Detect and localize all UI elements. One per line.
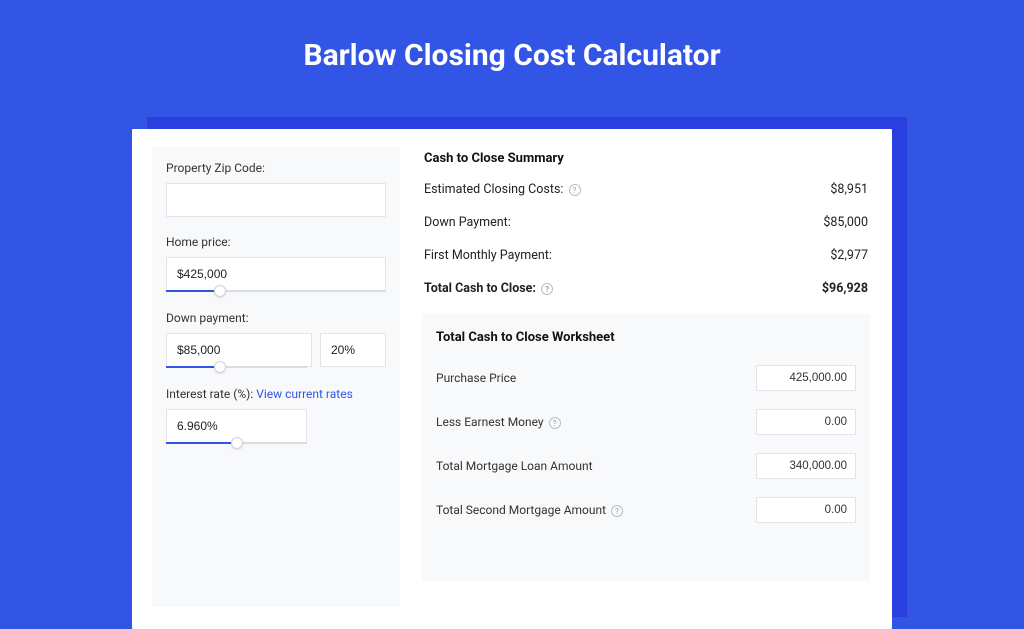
down-payment-slider[interactable] — [166, 366, 307, 368]
field-interest-rate: Interest rate (%): View current rates — [166, 387, 386, 445]
home-price-input[interactable] — [166, 257, 386, 291]
summary-total-row: Total Cash to Close: ? $96,928 — [422, 281, 870, 296]
second-mortgage-input[interactable] — [756, 497, 856, 523]
info-icon[interactable]: ? — [569, 184, 581, 196]
summary-label: Estimated Closing Costs: ? — [424, 182, 581, 197]
field-zip: Property Zip Code: — [166, 161, 386, 217]
slider-thumb-icon[interactable] — [231, 437, 243, 449]
worksheet-label: Total Second Mortgage Amount ? — [436, 503, 623, 517]
worksheet-row: Total Second Mortgage Amount ? — [436, 497, 856, 523]
summary-value: $2,977 — [830, 248, 868, 263]
slider-thumb-icon[interactable] — [214, 361, 226, 373]
info-icon[interactable]: ? — [549, 417, 561, 429]
home-price-label: Home price: — [166, 235, 386, 249]
summary-label: Down Payment: — [424, 215, 511, 230]
home-price-slider[interactable] — [166, 290, 386, 292]
worksheet-label: Total Mortgage Loan Amount — [436, 459, 593, 473]
calculator-card: Property Zip Code: Home price: Down paym… — [132, 129, 892, 629]
field-home-price: Home price: — [166, 235, 386, 293]
info-icon[interactable]: ? — [541, 283, 553, 295]
summary-row: Estimated Closing Costs: ? $8,951 — [422, 182, 870, 197]
page-title: Barlow Closing Cost Calculator — [0, 0, 1024, 97]
summary-value: $85,000 — [823, 215, 868, 230]
summary-row: Down Payment: $85,000 — [422, 215, 870, 230]
view-rates-link[interactable]: View current rates — [256, 387, 353, 401]
interest-label: Interest rate (%): View current rates — [166, 387, 386, 401]
summary-total-value: $96,928 — [822, 281, 868, 296]
inputs-panel: Property Zip Code: Home price: Down paym… — [152, 147, 400, 607]
summary-row: First Monthly Payment: $2,977 — [422, 248, 870, 263]
earnest-money-input[interactable] — [756, 409, 856, 435]
down-payment-label: Down payment: — [166, 311, 386, 325]
info-icon[interactable]: ? — [611, 505, 623, 517]
zip-input[interactable] — [166, 183, 386, 217]
mortgage-amount-input[interactable] — [756, 453, 856, 479]
worksheet-row: Total Mortgage Loan Amount — [436, 453, 856, 479]
summary-value: $8,951 — [830, 182, 868, 197]
purchase-price-input[interactable] — [756, 365, 856, 391]
field-down-payment: Down payment: — [166, 311, 386, 369]
slider-thumb-icon[interactable] — [214, 285, 226, 297]
worksheet-row: Less Earnest Money ? — [436, 409, 856, 435]
worksheet-label: Less Earnest Money ? — [436, 415, 561, 429]
down-payment-percent-input[interactable] — [320, 333, 386, 367]
summary-label: First Monthly Payment: — [424, 248, 552, 263]
results-panel: Cash to Close Summary Estimated Closing … — [422, 147, 870, 581]
worksheet-row: Purchase Price — [436, 365, 856, 391]
interest-rate-slider[interactable] — [166, 442, 307, 444]
worksheet-panel: Total Cash to Close Worksheet Purchase P… — [422, 314, 870, 581]
interest-label-text: Interest rate (%): — [166, 387, 256, 401]
zip-label: Property Zip Code: — [166, 161, 386, 175]
worksheet-label: Purchase Price — [436, 371, 516, 385]
summary-total-label: Total Cash to Close: ? — [424, 281, 553, 296]
worksheet-title: Total Cash to Close Worksheet — [436, 330, 856, 345]
down-payment-amount-input[interactable] — [166, 333, 312, 367]
summary-title: Cash to Close Summary — [424, 151, 870, 166]
